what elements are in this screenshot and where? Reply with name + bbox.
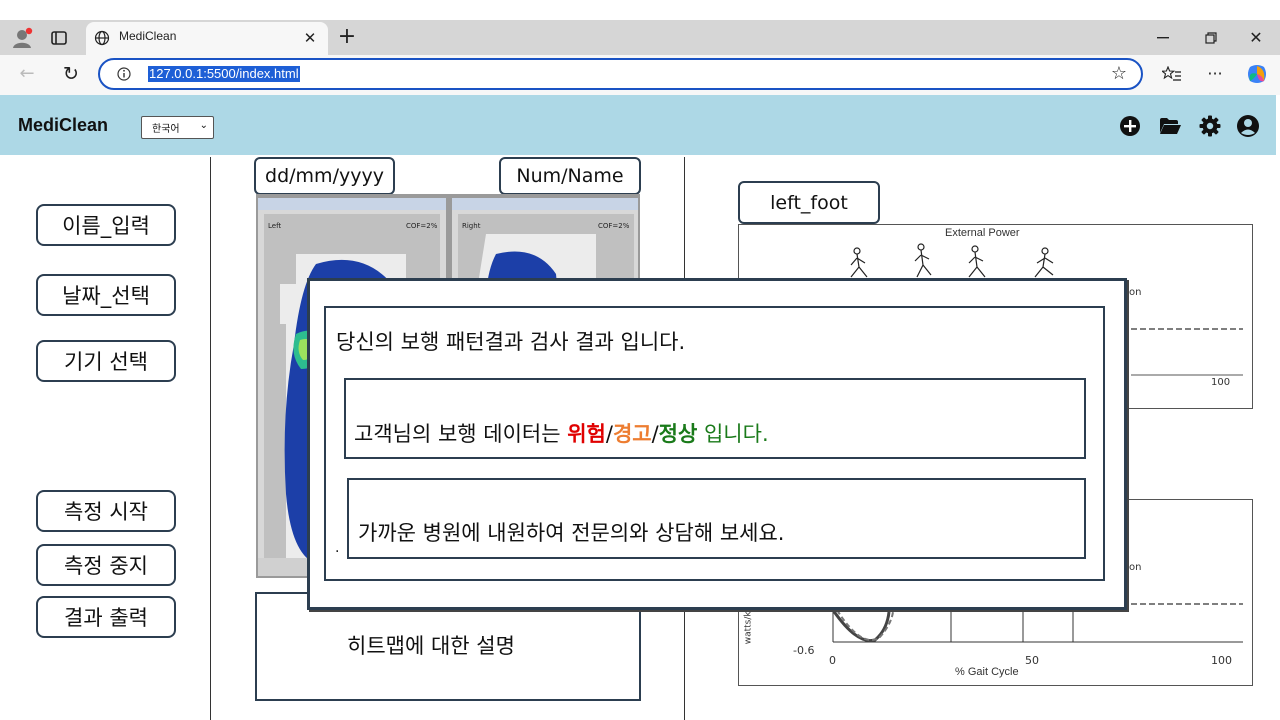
status-sep-1: / [605,422,613,446]
restore-icon[interactable] [1200,28,1222,48]
advice-text: 가까운 병원에 내원하여 전문의와 상담해 보세요. [358,521,785,545]
globe-icon [92,28,112,48]
left-divider [210,157,211,720]
chart1-legend-partial: on [1129,287,1142,298]
chart2-tick-50: 50 [1025,654,1039,667]
print-result-label: 결과 출력 [64,606,148,630]
walking-figures-icon [850,243,1054,278]
user-account-icon[interactable] [1236,114,1260,138]
chart2-legend-partial: on [1129,562,1142,573]
heatmap-cop-left: COF=2% [406,222,438,230]
copilot-icon[interactable] [1244,61,1270,87]
num-name-placeholder: Num/Name [516,165,624,187]
gait-status-suffix: 입니다. [697,422,769,446]
reload-icon[interactable]: ↻ [60,63,82,85]
language-select-value: 한국어 [152,124,180,135]
heatmap-description-text: 히트맵에 대한 설명 [347,634,515,658]
more-options-icon[interactable]: ··· [1204,64,1226,84]
url-text[interactable]: 127.0.0.1:5500/index.html [148,66,300,82]
name-input-label: 이름_입력 [62,214,150,238]
date-field-placeholder: dd/mm/yyyy [265,165,384,187]
print-result-button[interactable]: 결과 출력 [36,596,176,638]
folder-open-icon[interactable] [1158,114,1182,138]
window-top-strip [0,0,1280,20]
start-measure-button[interactable]: 측정 시작 [36,490,176,532]
status-danger: 위험 [567,422,606,446]
chevron-down-icon: ⌄ [199,120,208,131]
app-title: MediClean [18,115,109,135]
num-name-field[interactable]: Num/Name [499,157,641,195]
back-icon[interactable]: ← [16,64,38,84]
favorites-list-icon[interactable] [1160,64,1184,84]
start-measure-label: 측정 시작 [64,500,148,524]
gait-status-prefix: 고객님의 보행 데이터는 [354,422,568,446]
chart1-x-end: 100 [1211,377,1231,388]
status-normal: 정상 [658,422,698,446]
heatmap-left-label: Left [268,222,282,230]
result-modal-title: 당신의 보행 패턴결과 검사 결과 입니다. [336,330,686,354]
date-field[interactable]: dd/mm/yyyy [254,157,395,195]
chart2-y-min: -0.6 [793,644,815,657]
stop-measure-button[interactable]: 측정 중지 [36,544,176,586]
chart2-ylabel: watts/kg [743,605,754,645]
name-input-button[interactable]: 이름_입력 [36,204,176,246]
device-select-button[interactable]: 기기 선택 [36,340,176,382]
date-select-button[interactable]: 날짜_선택 [36,274,176,316]
foot-select-text: left_foot [770,191,848,214]
stop-measure-label: 측정 중지 [64,554,148,578]
close-window-icon[interactable]: ✕ [1245,28,1267,48]
close-tab-icon[interactable]: ✕ [300,28,320,48]
date-select-label: 날짜_선택 [62,284,150,308]
new-tab-button[interactable]: + [336,26,358,48]
heatmap-cop-right: COF=2% [598,222,630,230]
chart2-xlabel: % Gait Cycle [955,666,1019,678]
foot-select-label[interactable]: left_foot [738,181,880,224]
language-select[interactable]: 한국어 ⌄ [141,116,214,139]
chart2-tick-100: 100 [1211,654,1232,667]
profile-icon[interactable] [10,26,36,50]
stray-dot: . [335,540,340,556]
status-sep-2: / [651,422,659,446]
status-warning: 경고 [612,422,652,446]
site-info-icon[interactable] [115,65,133,83]
heatmap-right-label: Right [462,222,481,230]
chart2-tick-0: 0 [829,654,836,667]
tab-title: MediClean [119,29,177,43]
minimize-icon[interactable] [1152,28,1174,48]
gear-icon[interactable] [1198,114,1222,138]
gait-status-text: 고객님의 보행 데이터는 위험/경고/정상 입니다. [354,418,769,448]
add-circle-icon[interactable] [1118,114,1142,138]
device-select-label: 기기 선택 [64,350,148,374]
tab-actions-icon[interactable] [48,28,70,48]
favorite-star-icon[interactable]: ☆ [1108,64,1130,84]
